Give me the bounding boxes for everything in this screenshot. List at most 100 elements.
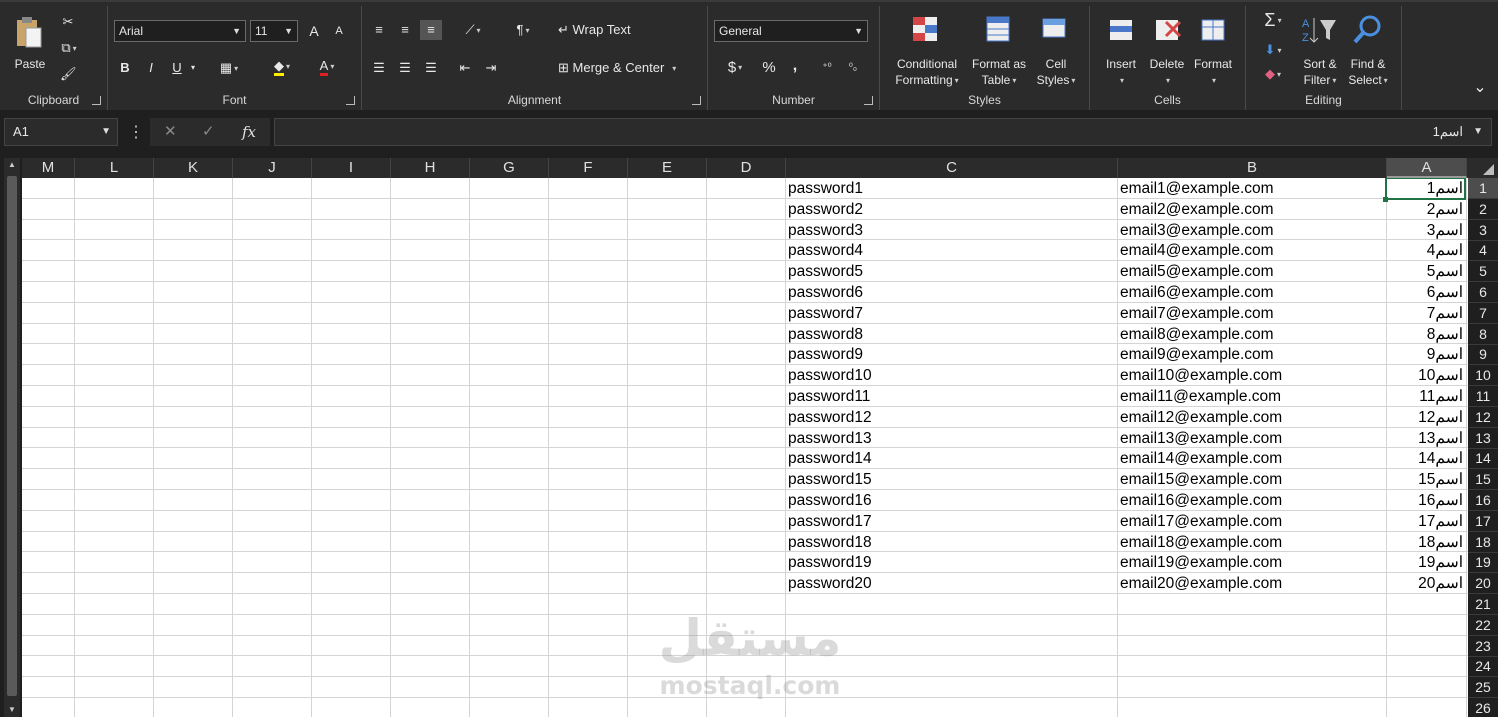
cell-a6[interactable]: اسم6 bbox=[1387, 282, 1463, 302]
column-header-j[interactable]: J bbox=[233, 158, 312, 178]
select-all-button[interactable] bbox=[1468, 158, 1498, 178]
insert-function-icon[interactable]: fx bbox=[242, 118, 256, 146]
conditional-formatting-icon[interactable] bbox=[910, 14, 942, 46]
format-button[interactable]: Format ▾ bbox=[1190, 56, 1236, 89]
cell-b13[interactable]: email13@example.com bbox=[1120, 428, 1385, 448]
column-header-i[interactable]: I bbox=[312, 158, 391, 178]
align-right-icon[interactable]: ☰ bbox=[420, 58, 442, 78]
vertical-scrollbar[interactable]: ▲ ▼ bbox=[4, 158, 20, 717]
cell-b1[interactable]: email1@example.com bbox=[1120, 178, 1385, 198]
cell-c11[interactable]: password11 bbox=[788, 386, 1116, 406]
column-header-h[interactable]: H bbox=[391, 158, 470, 178]
cell-a20[interactable]: اسم20 bbox=[1387, 573, 1463, 593]
row-header-17[interactable]: 17 bbox=[1468, 511, 1498, 532]
cell-b14[interactable]: email14@example.com bbox=[1120, 448, 1385, 468]
align-bottom-icon[interactable]: ≡ bbox=[420, 20, 442, 40]
row-header-18[interactable]: 18 bbox=[1468, 532, 1498, 553]
merge-center-button[interactable]: ⊞ Merge & Center ▾ bbox=[558, 60, 676, 77]
row-header-24[interactable]: 24 bbox=[1468, 656, 1498, 678]
column-header-k[interactable]: K bbox=[154, 158, 233, 178]
cell-c9[interactable]: password9 bbox=[788, 344, 1116, 364]
cell-c10[interactable]: password10 bbox=[788, 365, 1116, 385]
row-header-10[interactable]: 10 bbox=[1468, 365, 1498, 387]
clear-icon[interactable]: ◆ ▾ bbox=[1256, 66, 1290, 83]
font-launcher-icon[interactable] bbox=[346, 96, 355, 105]
format-as-table-icon[interactable] bbox=[984, 14, 1014, 46]
cell-b4[interactable]: email4@example.com bbox=[1120, 240, 1385, 260]
cell-a7[interactable]: اسم7 bbox=[1387, 303, 1463, 323]
column-header-f[interactable]: F bbox=[549, 158, 628, 178]
increase-indent-icon[interactable]: ⇥ bbox=[480, 58, 502, 78]
cell-b16[interactable]: email16@example.com bbox=[1120, 490, 1385, 510]
cell-b20[interactable]: email20@example.com bbox=[1120, 573, 1385, 593]
cell-a4[interactable]: اسم4 bbox=[1387, 240, 1463, 260]
bold-button[interactable]: B bbox=[114, 58, 136, 78]
cell-c5[interactable]: password5 bbox=[788, 261, 1116, 281]
cell-b26[interactable] bbox=[1120, 698, 1385, 717]
cell-b24[interactable] bbox=[1120, 656, 1385, 676]
currency-button[interactable]: $ ▾ bbox=[718, 60, 752, 76]
cell-a26[interactable] bbox=[1387, 698, 1463, 717]
cell-styles-button[interactable]: Cell Styles ▾ bbox=[1032, 56, 1080, 89]
scroll-up-icon[interactable]: ▲ bbox=[4, 158, 20, 172]
cell-a16[interactable]: اسم16 bbox=[1387, 490, 1463, 510]
cell-c21[interactable] bbox=[788, 594, 1116, 614]
paste-icon[interactable] bbox=[14, 16, 44, 50]
sort-filter-icon[interactable]: AZ bbox=[1300, 14, 1340, 46]
cell-a12[interactable]: اسم12 bbox=[1387, 407, 1463, 427]
cell-a13[interactable]: اسم13 bbox=[1387, 428, 1463, 448]
cell-b18[interactable]: email18@example.com bbox=[1120, 532, 1385, 552]
scroll-thumb[interactable] bbox=[7, 176, 17, 696]
font-size-select[interactable]: 11 ▼ bbox=[250, 20, 298, 42]
grow-font-button[interactable]: A bbox=[303, 21, 325, 41]
cell-b6[interactable]: email6@example.com bbox=[1120, 282, 1385, 302]
row-header-12[interactable]: 12 bbox=[1468, 407, 1498, 428]
cell-a8[interactable]: اسم8 bbox=[1387, 324, 1463, 344]
collapse-ribbon-icon[interactable]: ⌄ bbox=[1468, 80, 1492, 96]
row-header-9[interactable]: 9 bbox=[1468, 344, 1498, 366]
more-options-icon[interactable]: ⋮ bbox=[128, 122, 144, 142]
row-header-6[interactable]: 6 bbox=[1468, 282, 1498, 303]
find-select-icon[interactable] bbox=[1350, 14, 1384, 46]
column-header-g[interactable]: G bbox=[470, 158, 549, 178]
row-header-13[interactable]: 13 bbox=[1468, 428, 1498, 449]
row-header-14[interactable]: 14 bbox=[1468, 448, 1498, 470]
cell-b2[interactable]: email2@example.com bbox=[1120, 199, 1385, 219]
increase-decimal-icon[interactable]: ⁺⁰ bbox=[816, 58, 838, 78]
align-top-icon[interactable]: ≡ bbox=[368, 20, 390, 40]
row-header-2[interactable]: 2 bbox=[1468, 199, 1498, 220]
row-header-5[interactable]: 5 bbox=[1468, 261, 1498, 283]
cell-c18[interactable]: password18 bbox=[788, 532, 1116, 552]
cell-c15[interactable]: password15 bbox=[788, 469, 1116, 489]
row-header-1[interactable]: 1 bbox=[1468, 178, 1498, 199]
name-box[interactable]: A1 ▼ bbox=[4, 118, 118, 146]
cell-a17[interactable]: اسم17 bbox=[1387, 511, 1463, 531]
cell-a21[interactable] bbox=[1387, 594, 1463, 614]
cell-b21[interactable] bbox=[1120, 594, 1385, 614]
row-header-20[interactable]: 20 bbox=[1468, 573, 1498, 595]
cell-a3[interactable]: اسم3 bbox=[1387, 220, 1463, 240]
cell-c13[interactable]: password13 bbox=[788, 428, 1116, 448]
orientation-icon[interactable]: ⟋ ▾ bbox=[456, 22, 490, 39]
align-middle-icon[interactable]: ≡ bbox=[394, 20, 416, 40]
cell-b25[interactable] bbox=[1120, 677, 1385, 697]
cell-c3[interactable]: password3 bbox=[788, 220, 1116, 240]
cell-b11[interactable]: email11@example.com bbox=[1120, 386, 1385, 406]
column-header-c[interactable]: C bbox=[786, 158, 1118, 178]
font-color-icon[interactable]: A ▾ bbox=[311, 58, 343, 76]
cell-a22[interactable] bbox=[1387, 615, 1463, 635]
insert-cells-icon[interactable] bbox=[1106, 14, 1136, 46]
cell-c25[interactable] bbox=[788, 677, 1116, 697]
fill-handle[interactable] bbox=[1383, 196, 1388, 202]
row-header-3[interactable]: 3 bbox=[1468, 220, 1498, 241]
cell-c26[interactable] bbox=[788, 698, 1116, 717]
cell-c14[interactable]: password14 bbox=[788, 448, 1116, 468]
alignment-launcher-icon[interactable] bbox=[692, 96, 701, 105]
italic-button[interactable]: I bbox=[140, 58, 162, 78]
cell-b12[interactable]: email12@example.com bbox=[1120, 407, 1385, 427]
cell-c7[interactable]: password7 bbox=[788, 303, 1116, 323]
cell-c4[interactable]: password4 bbox=[788, 240, 1116, 260]
clipboard-launcher-icon[interactable] bbox=[92, 96, 101, 105]
format-cells-icon[interactable] bbox=[1198, 14, 1228, 46]
sort-filter-button[interactable]: Sort & Filter ▾ bbox=[1294, 56, 1346, 89]
